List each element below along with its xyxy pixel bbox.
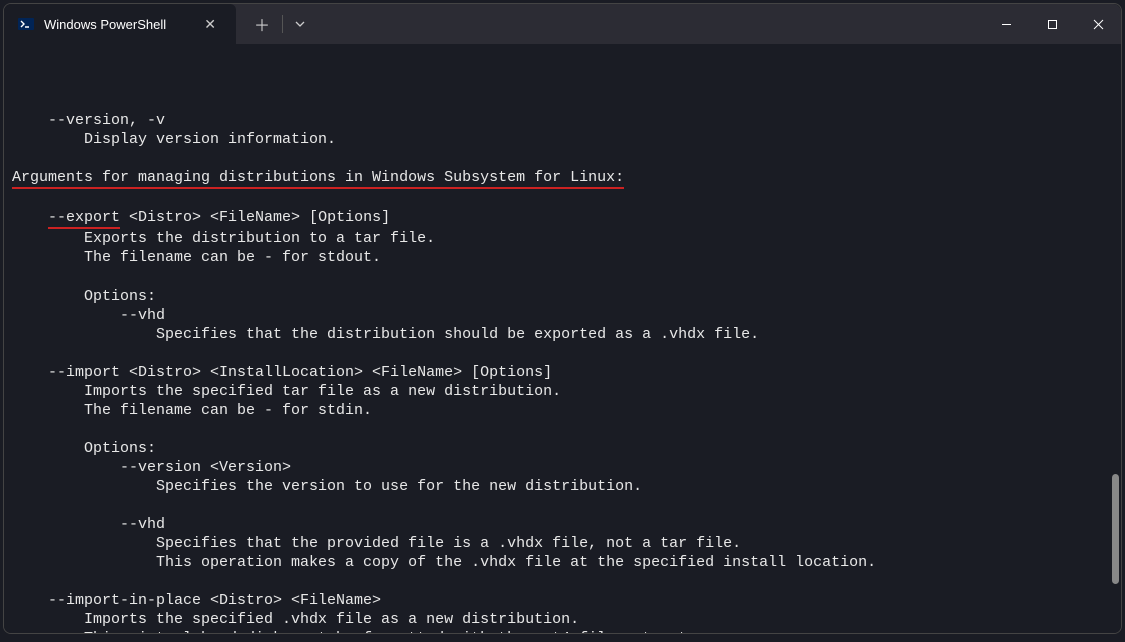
tab-close-button[interactable]: ✕	[198, 14, 222, 35]
terminal-line: Exports the distribution to a tar file.	[12, 229, 1113, 248]
terminal-line: This operation makes a copy of the .vhdx…	[12, 553, 1113, 572]
terminal-line	[12, 189, 1113, 208]
terminal-line: --export <Distro> <FileName> [Options]	[12, 208, 1113, 229]
terminal-line: --vhd	[12, 306, 1113, 325]
terminal-line: The filename can be - for stdin.	[12, 401, 1113, 420]
terminal-line	[12, 149, 1113, 168]
terminal-line: Arguments for managing distributions in …	[12, 168, 1113, 189]
window-controls	[983, 4, 1121, 44]
terminal-line: Imports the specified tar file as a new …	[12, 382, 1113, 401]
terminal-line: This virtual hard disk must be formatted…	[12, 629, 1113, 633]
terminal-line: Imports the specified .vhdx file as a ne…	[12, 610, 1113, 629]
terminal-line: The filename can be - for stdout.	[12, 248, 1113, 267]
terminal-line: --version <Version>	[12, 458, 1113, 477]
terminal-line: --version, -v	[12, 111, 1113, 130]
terminal-line: --import-in-place <Distro> <FileName>	[12, 591, 1113, 610]
terminal-line: Specifies the version to use for the new…	[12, 477, 1113, 496]
scrollbar-thumb[interactable]	[1112, 474, 1119, 584]
tab-actions: ＋	[236, 4, 315, 44]
section-header: Arguments for managing distributions in …	[12, 168, 624, 189]
tab-title: Windows PowerShell	[44, 17, 188, 32]
tab-powershell[interactable]: Windows PowerShell ✕	[4, 4, 236, 44]
terminal-line	[12, 572, 1113, 591]
flag-highlight: --export	[48, 208, 120, 229]
terminal-line	[12, 92, 1113, 111]
terminal-line: Options:	[12, 287, 1113, 306]
terminal-line: Options:	[12, 439, 1113, 458]
divider	[282, 15, 283, 33]
terminal-line	[12, 268, 1113, 287]
maximize-button[interactable]	[1029, 4, 1075, 44]
titlebar-left: Windows PowerShell ✕ ＋	[4, 4, 315, 44]
terminal-line: --import <Distro> <InstallLocation> <Fil…	[12, 363, 1113, 382]
terminal-window: Windows PowerShell ✕ ＋ --	[3, 3, 1122, 634]
minimize-button[interactable]	[983, 4, 1029, 44]
powershell-icon	[18, 16, 34, 32]
new-tab-button[interactable]: ＋	[244, 4, 280, 44]
terminal-line	[12, 344, 1113, 363]
titlebar: Windows PowerShell ✕ ＋	[4, 4, 1121, 44]
terminal-line: Specifies that the provided file is a .v…	[12, 534, 1113, 553]
terminal-line	[12, 496, 1113, 515]
close-button[interactable]	[1075, 4, 1121, 44]
terminal-line	[12, 420, 1113, 439]
tab-dropdown-button[interactable]	[285, 4, 315, 44]
terminal-line: Specifies that the distribution should b…	[12, 325, 1113, 344]
terminal-output[interactable]: --version, -v Display version informatio…	[4, 44, 1121, 633]
terminal-line: --vhd	[12, 515, 1113, 534]
terminal-line: Display version information.	[12, 130, 1113, 149]
